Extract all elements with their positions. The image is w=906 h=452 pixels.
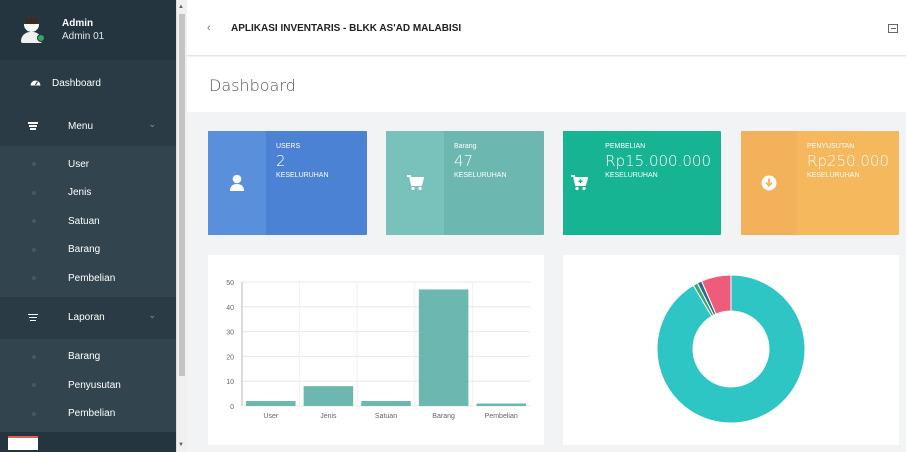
x-tick-label: Pembelian (485, 413, 518, 420)
taskbar-app-icon[interactable] (8, 436, 38, 450)
stat-icon-box (208, 131, 266, 235)
stat-icon-box (741, 131, 798, 235)
bullet-icon (32, 354, 36, 359)
stat-value: 47 (454, 152, 474, 170)
bar-pembelian (476, 403, 526, 406)
stat-icon-box (563, 131, 596, 235)
y-tick-label: 30 (226, 330, 234, 337)
stat-caption: KESELURUHAN (807, 172, 860, 179)
laporan-submenu: Barang Penyusutan Pembelian (0, 338, 176, 432)
stat-label: PENYUSUTAN (807, 143, 855, 150)
stat-caption: KESELURUHAN (605, 172, 658, 179)
sidebar-menu-toggle[interactable]: Menu ⌄ (0, 106, 176, 146)
bar-satuan (361, 401, 411, 406)
x-tick-label: User (263, 413, 278, 420)
bullet-icon (32, 247, 36, 252)
scroll-down-icon[interactable]: ▼ (178, 442, 184, 448)
sidebar-item-barang[interactable]: Barang (0, 236, 176, 265)
chevron-down-icon: ⌄ (148, 309, 156, 320)
sidebar-item-label: Satuan (68, 215, 100, 227)
stat-card-penyusutan[interactable]: PENYUSUTAN Rp250.000 KESELURUHAN (741, 131, 899, 235)
menu-icon (28, 313, 38, 322)
stat-caption: KESELURUHAN (276, 172, 329, 179)
stat-value: 2 (276, 152, 286, 170)
donut-chart-card (563, 255, 899, 445)
avatar (20, 16, 45, 44)
sidebar-item-laporan-penyusutan[interactable]: Penyusutan (0, 371, 176, 400)
sidebar-footer (0, 432, 176, 452)
chevron-left-icon[interactable]: ‹ (207, 22, 211, 34)
stat-card-users[interactable]: USERS 2 KESELURUHAN (208, 131, 367, 235)
bullet-icon (32, 219, 36, 224)
dashboard-icon (28, 77, 42, 89)
x-tick-label: Jenis (320, 413, 337, 420)
menu-submenu: User Jenis Satuan Barang Pembelian (0, 146, 176, 297)
y-tick-label: 10 (226, 379, 234, 386)
bullet-icon (32, 276, 36, 281)
page-title: Dashboard (209, 76, 296, 95)
sidebar-item-laporan-barang[interactable]: Barang (0, 343, 176, 372)
sidebar-item-label: Barang (68, 351, 101, 363)
page-header: Dashboard (187, 57, 906, 112)
app-title: APLIKASI INVENTARIS - BLKK AS'AD MALABIS… (231, 23, 462, 34)
cart-icon (407, 175, 424, 191)
chevron-down-icon: ⌄ (148, 119, 156, 129)
stat-label: USERS (276, 143, 301, 150)
sidebar-laporan-label: Laporan (68, 312, 105, 323)
stat-value: Rp15.000.000 (605, 152, 711, 170)
sidebar-item-label: Dashboard (52, 77, 101, 89)
bar-barang (418, 289, 469, 406)
sidebar-item-pembelian[interactable]: Pembelian (0, 264, 176, 293)
y-tick-label: 0 (230, 404, 234, 411)
stat-label: Barang (454, 143, 477, 150)
stat-value: Rp250.000 (807, 152, 889, 170)
cart-plus-icon (571, 175, 589, 191)
donut-chart (656, 274, 806, 424)
sidebar-item-label: Barang (68, 244, 101, 256)
sidebar-laporan-toggle[interactable]: Laporan ⌄ (0, 297, 176, 339)
sidebar-item-satuan[interactable]: Satuan (0, 207, 176, 236)
bullet-icon (32, 162, 36, 167)
stat-icon-box (386, 131, 444, 235)
logout-icon[interactable] (888, 24, 898, 33)
stat-caption: KESELURUHAN (454, 172, 507, 179)
download-circle-icon (761, 175, 777, 191)
x-tick-label: Barang (432, 413, 455, 420)
sidebar-scrollbar[interactable]: ▲ ▼ (176, 0, 187, 452)
sidebar-item-user[interactable]: User (0, 150, 176, 179)
bullet-icon (32, 411, 36, 416)
sidebar-item-label: Penyusutan (68, 379, 121, 391)
sidebar-item-dashboard[interactable]: Dashboard (0, 60, 176, 106)
scrollbar-thumb[interactable] (179, 14, 185, 376)
sidebar-item-laporan-pembelian[interactable]: Pembelian (0, 400, 176, 429)
user-name: Admin (62, 18, 94, 29)
sidebar-item-jenis[interactable]: Jenis (0, 179, 176, 208)
bar-jenis (303, 386, 354, 406)
y-tick-label: 20 (226, 354, 234, 361)
sidebar: Admin Admin 01 Dashboard Menu ⌄ User Jen… (0, 0, 176, 452)
y-tick-label: 50 (226, 280, 234, 287)
sidebar-item-label: User (68, 158, 90, 170)
sidebar-item-label: Pembelian (68, 272, 116, 284)
stat-label: PEMBELIAN (605, 143, 646, 150)
bullet-icon (32, 190, 36, 195)
bar-user (246, 401, 296, 406)
sidebar-item-label: Jenis (68, 187, 92, 199)
bar-chart-card: 0 10 20 30 40 50 User Jenis Satuan Barang Pembelia… (208, 255, 544, 445)
top-navbar: ‹ APLIKASI INVENTARIS - BLKK AS'AD MALAB… (187, 0, 906, 56)
bullet-icon (32, 383, 36, 388)
x-tick-label: Satuan (375, 413, 397, 420)
user-profile[interactable]: Admin Admin 01 (0, 0, 176, 60)
bar-chart: 0 10 20 30 40 50 User Jenis Satuan Barang Pembelia… (226, 280, 530, 420)
stat-card-barang[interactable]: Barang 47 KESELURUHAN (386, 131, 544, 235)
sidebar-item-label: Pembelian (68, 408, 116, 420)
user-role: Admin 01 (62, 31, 105, 42)
stat-card-pembelian[interactable]: PEMBELIAN Rp15.000.000 KESELURUHAN (563, 131, 721, 235)
user-icon (230, 174, 244, 191)
sidebar-menu-label: Menu (68, 120, 94, 132)
y-tick-label: 40 (226, 305, 234, 312)
scroll-up-icon[interactable]: ▲ (178, 4, 184, 10)
menu-icon (28, 122, 38, 130)
